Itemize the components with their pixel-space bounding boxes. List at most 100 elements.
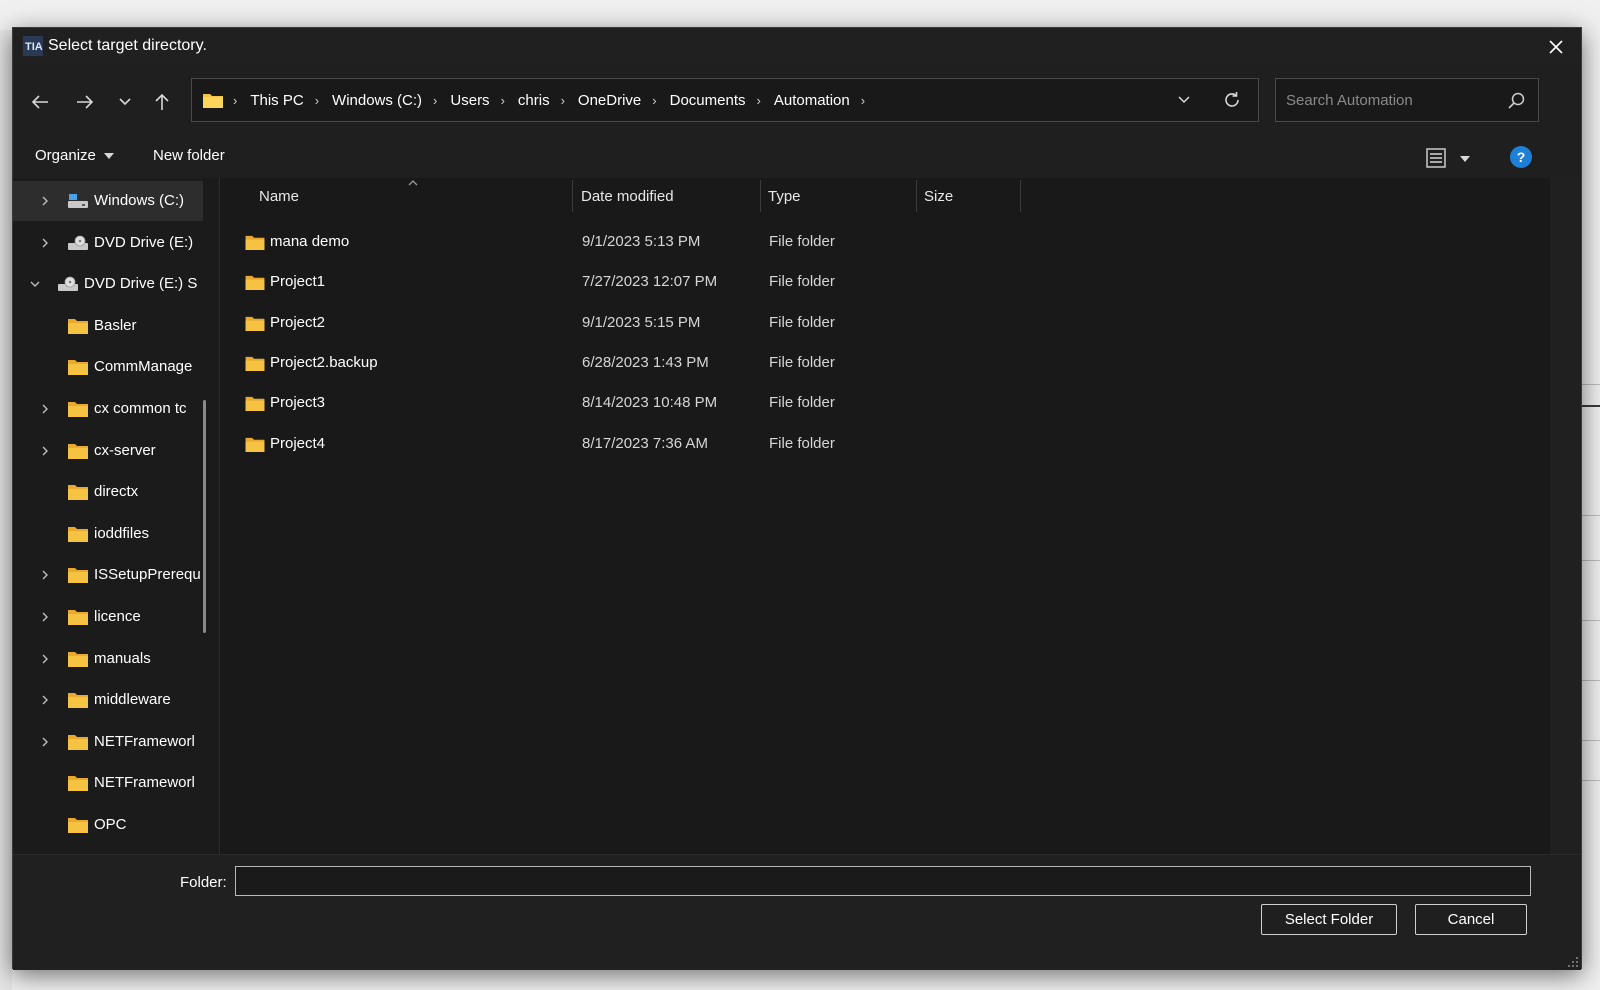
folder-icon (67, 525, 89, 543)
file-list[interactable]: Name Date modified Type Size mana demo 9/… (220, 178, 1550, 854)
chevron-right-icon[interactable] (37, 609, 53, 625)
chevron-right-icon[interactable] (37, 567, 53, 583)
tree-item-label: Windows (C:) (94, 192, 185, 209)
up-button[interactable] (149, 89, 175, 115)
file-date-modified: 8/14/2023 10:48 PM (582, 394, 718, 412)
file-row[interactable]: Project4 8/17/2023 7:36 AM File folder (238, 424, 1038, 464)
breadcrumb-separator[interactable]: › (748, 93, 772, 108)
cancel-button[interactable]: Cancel (1415, 904, 1527, 935)
tree-item[interactable]: CommManage (13, 347, 203, 387)
chevron-right-icon[interactable] (37, 651, 53, 667)
chevron-down-icon[interactable] (27, 276, 43, 292)
column-header-type[interactable]: Type (768, 178, 916, 214)
file-row[interactable]: Project3 8/14/2023 10:48 PM File folder (238, 383, 1038, 423)
file-row[interactable]: Project1 7/27/2023 12:07 PM File folder (238, 262, 1038, 302)
chevron-right-icon[interactable] (37, 692, 53, 708)
address-history-button[interactable] (1172, 88, 1196, 112)
column-date-label: Date modified (581, 187, 674, 205)
column-header-size[interactable]: Size (924, 178, 1020, 214)
breadcrumb-this-pc[interactable]: This PC (248, 92, 305, 109)
file-date-modified: 9/1/2023 5:15 PM (582, 313, 701, 331)
tree-item[interactable]: cx-server (13, 431, 203, 471)
tree-item[interactable]: ioddfiles (13, 514, 203, 554)
file-name: Project2 (270, 313, 326, 331)
breadcrumb-documents[interactable]: Documents (668, 92, 748, 109)
tree-item[interactable]: manuals (13, 639, 203, 679)
select-directory-dialog: TIA Select target directory. › This PC ›… (12, 27, 1582, 970)
address-bar[interactable]: › This PC › Windows (C:) › Users › chris… (191, 78, 1259, 122)
search-box[interactable] (1275, 78, 1539, 122)
column-header-name[interactable]: Name (259, 178, 569, 214)
select-folder-button[interactable]: Select Folder (1261, 904, 1397, 935)
file-row[interactable]: Project2 9/1/2023 5:15 PM File folder (238, 303, 1038, 343)
chevron-right-icon[interactable] (37, 734, 53, 750)
folder-icon (67, 733, 89, 751)
breadcrumb-separator[interactable]: › (424, 93, 448, 108)
tree-item[interactable]: Windows (C:) (13, 181, 203, 221)
breadcrumb-separator[interactable]: › (492, 93, 516, 108)
navigation-pane[interactable]: Windows (C:) DVD Drive (E:) DVD Drive (E:)… (13, 178, 219, 854)
chevron-right-icon[interactable] (37, 235, 53, 251)
tree-item[interactable]: Basler (13, 306, 203, 346)
column-divider[interactable] (916, 180, 917, 212)
folder-label: Folder: (180, 874, 227, 891)
file-row[interactable]: mana demo 9/1/2023 5:13 PM File folder (238, 222, 1038, 262)
breadcrumb-separator[interactable]: › (552, 93, 576, 108)
new-folder-button[interactable]: New folder (153, 147, 225, 164)
tree-item[interactable]: NETFrameworl (13, 722, 203, 762)
close-icon (1549, 40, 1563, 54)
folder-icon (67, 566, 89, 584)
chevron-right-icon[interactable] (37, 193, 53, 209)
folder-icon (67, 608, 89, 626)
breadcrumb-separator[interactable]: › (852, 93, 876, 108)
tree-item-label: directx (94, 483, 139, 501)
tree-item[interactable]: cx common tc (13, 389, 203, 429)
tree-item[interactable]: DVD Drive (E:) S (13, 264, 203, 304)
command-bar: Organize New folder ? (13, 138, 1581, 178)
tree-item[interactable]: ISSetupPrerequ (13, 555, 203, 595)
tree-item[interactable]: NETFrameworl (13, 763, 203, 803)
refresh-icon (1225, 92, 1239, 107)
dialog-footer: Folder: Select Folder Cancel (13, 854, 1581, 970)
recent-locations-button[interactable] (112, 89, 138, 115)
close-button[interactable] (1543, 34, 1569, 60)
breadcrumb-users[interactable]: Users (448, 92, 491, 109)
column-divider[interactable] (1020, 180, 1021, 212)
column-header-date-modified[interactable]: Date modified (581, 178, 761, 214)
help-button[interactable]: ? (1510, 146, 1532, 168)
breadcrumb-automation[interactable]: Automation (772, 92, 852, 109)
forward-button[interactable] (72, 89, 98, 115)
tree-item[interactable]: middleware (13, 680, 203, 720)
tree-item-label: OPC (94, 816, 127, 833)
resize-grip-icon[interactable] (1567, 956, 1579, 968)
column-name-label: Name (259, 187, 300, 205)
tree-item-label: cx common tc (94, 400, 187, 417)
search-icon[interactable] (1506, 91, 1526, 111)
breadcrumb-windows-c[interactable]: Windows (C:) (330, 92, 424, 109)
back-button[interactable] (27, 89, 53, 115)
breadcrumb-onedrive[interactable]: OneDrive (576, 92, 643, 109)
chevron-right-icon[interactable] (37, 443, 53, 459)
tree-item-label: ioddfiles (94, 524, 150, 542)
folder-icon (244, 436, 266, 453)
organize-menu-button[interactable]: Organize (35, 147, 115, 164)
view-options-button[interactable] (1425, 145, 1479, 171)
nav-pane-scrollbar[interactable] (203, 400, 206, 633)
column-divider[interactable] (760, 180, 761, 212)
breadcrumb-separator[interactable]: › (306, 93, 330, 108)
tree-item-label: ISSetupPrerequ (94, 566, 201, 584)
breadcrumb-chris[interactable]: chris (516, 92, 552, 109)
breadcrumb-separator[interactable]: › (643, 93, 667, 108)
file-row[interactable]: Project2.backup 6/28/2023 1:43 PM File fol… (238, 343, 1038, 383)
folder-icon (244, 395, 266, 412)
tree-item[interactable]: OPC (13, 805, 203, 845)
tree-item[interactable]: directx (13, 472, 203, 512)
tree-item[interactable]: licence (13, 597, 203, 637)
chevron-right-icon[interactable] (37, 401, 53, 417)
search-input[interactable] (1286, 87, 1496, 113)
folder-icon (244, 355, 266, 372)
column-divider[interactable] (572, 180, 573, 212)
refresh-button[interactable] (1220, 88, 1244, 112)
tree-item[interactable]: DVD Drive (E:) (13, 223, 203, 263)
folder-name-input[interactable] (235, 866, 1531, 896)
